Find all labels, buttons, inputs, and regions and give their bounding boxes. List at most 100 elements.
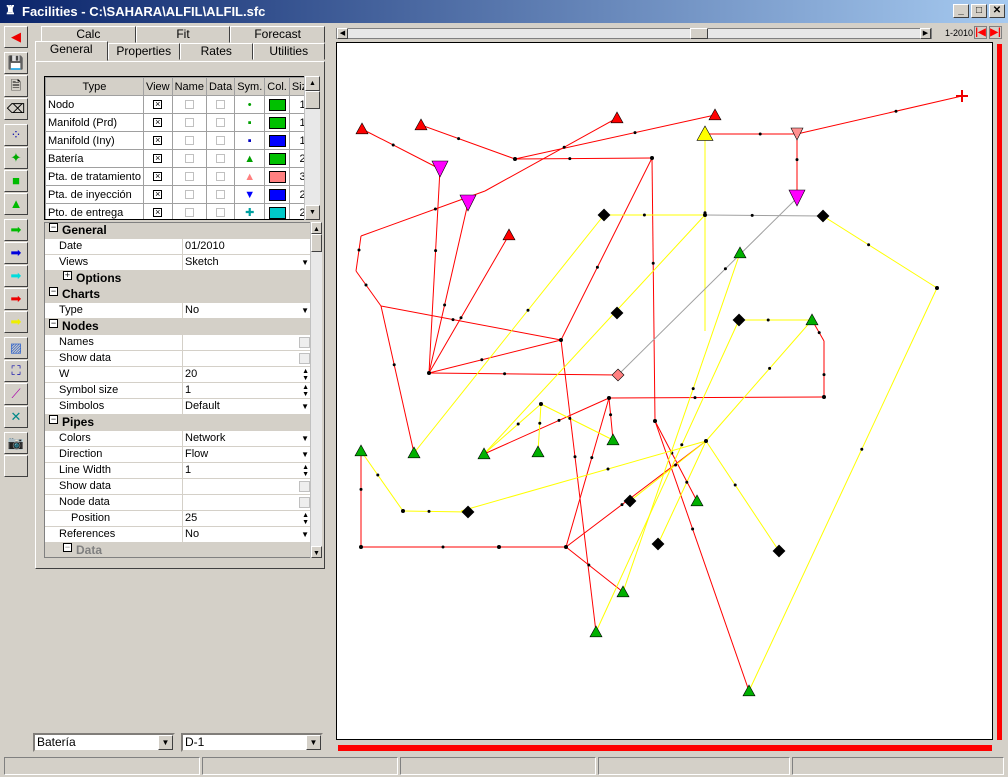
property-value[interactable]: Sketch ▼ xyxy=(183,255,313,270)
yellow-pipe-button[interactable]: ➡ xyxy=(4,311,28,333)
chevron-down-icon[interactable]: ▼ xyxy=(301,527,309,542)
property-value[interactable] xyxy=(183,335,313,350)
flow-arrow-icon[interactable] xyxy=(526,308,530,312)
pipe[interactable] xyxy=(608,397,614,441)
first-period-button[interactable]: |◀ xyxy=(974,26,987,39)
pipe[interactable] xyxy=(537,403,542,453)
section-charts[interactable]: − Charts xyxy=(45,287,313,303)
manifold-icon[interactable] xyxy=(610,306,624,320)
node-icon[interactable] xyxy=(559,338,563,342)
table-row[interactable]: Batería × ▲ 2 xyxy=(45,149,305,168)
property-checkbox[interactable] xyxy=(299,337,310,348)
property-row[interactable]: Colors Network ▼ xyxy=(45,431,313,447)
column-header[interactable]: Type xyxy=(45,77,144,96)
close-button[interactable]: ✕ xyxy=(989,4,1005,18)
node-icon[interactable] xyxy=(935,286,939,290)
data-checkbox[interactable] xyxy=(216,208,226,218)
battery-icon[interactable] xyxy=(589,625,603,638)
node-icon[interactable] xyxy=(427,371,431,375)
pipe[interactable] xyxy=(380,305,415,454)
table-row[interactable]: Nodo × • 1 xyxy=(45,95,305,114)
flow-arrow-icon[interactable] xyxy=(568,157,572,161)
flow-arrow-icon[interactable] xyxy=(606,467,610,471)
property-row[interactable]: Date 01/2010 xyxy=(45,239,313,255)
property-value[interactable] xyxy=(183,495,313,510)
pipe[interactable] xyxy=(402,510,469,513)
pipe[interactable] xyxy=(704,214,824,217)
pipe[interactable] xyxy=(565,440,707,548)
tab-rates[interactable]: Rates xyxy=(180,43,253,60)
flow-arrow-icon[interactable] xyxy=(822,373,826,377)
chevron-down-icon[interactable]: ▼ xyxy=(158,735,173,750)
pipe[interactable] xyxy=(484,117,618,192)
node-icon[interactable] xyxy=(703,213,707,217)
node-icon[interactable] xyxy=(653,419,657,423)
minimize-button[interactable]: _ xyxy=(953,4,969,18)
pipe[interactable] xyxy=(420,124,516,160)
pipe[interactable] xyxy=(705,319,813,442)
green-pipe-button[interactable]: ➡ xyxy=(4,219,28,241)
treatment-plant-icon[interactable] xyxy=(355,122,369,135)
tab-fit[interactable]: Fit xyxy=(135,26,231,43)
section-options[interactable]: + Options xyxy=(45,271,313,287)
scroll-thumb[interactable] xyxy=(690,28,708,39)
section-data[interactable]: − Data xyxy=(45,543,313,557)
scroll-down-button[interactable]: ▼ xyxy=(311,546,322,558)
save-button[interactable]: 💾 xyxy=(4,52,28,74)
flow-arrow-icon[interactable] xyxy=(680,443,684,447)
flow-arrow-icon[interactable] xyxy=(538,421,542,425)
flow-arrow-icon[interactable] xyxy=(723,267,727,271)
empty-tool-button[interactable] xyxy=(4,455,28,477)
pipe[interactable] xyxy=(608,396,825,399)
pipe[interactable] xyxy=(355,235,362,272)
view-checkbox[interactable]: × xyxy=(153,136,163,146)
property-value[interactable]: Default ▼ xyxy=(183,399,313,414)
pipe[interactable] xyxy=(483,214,706,455)
treatment-plant-icon[interactable] xyxy=(610,111,624,124)
excel-button[interactable]: ✕ xyxy=(4,406,28,428)
pipe[interactable] xyxy=(560,157,653,341)
collapse-icon[interactable]: − xyxy=(63,543,72,552)
flow-arrow-icon[interactable] xyxy=(427,509,431,513)
eraser-button[interactable]: ⌫ xyxy=(4,98,28,120)
property-checkbox[interactable] xyxy=(299,497,310,508)
pipe[interactable] xyxy=(705,440,780,552)
property-row[interactable]: W 20 ▲ ▼ xyxy=(45,367,313,383)
back-button[interactable]: ◀ xyxy=(4,26,28,48)
battery-icon[interactable] xyxy=(742,684,756,697)
name-checkbox[interactable] xyxy=(184,208,194,218)
battery-icon[interactable] xyxy=(531,445,545,458)
color-cell[interactable] xyxy=(264,149,290,168)
pipe[interactable] xyxy=(651,157,656,422)
property-checkbox[interactable] xyxy=(299,353,310,364)
battery-icon[interactable] xyxy=(733,246,747,259)
pipe[interactable] xyxy=(565,546,624,593)
manifold-icon[interactable] xyxy=(623,494,637,508)
flow-arrow-icon[interactable] xyxy=(894,109,898,113)
table-row[interactable]: Manifold (Iny) × ▪ 1 xyxy=(45,131,305,150)
pipe[interactable] xyxy=(428,339,562,374)
manifold-button[interactable]: ■ xyxy=(4,170,28,192)
flow-arrow-icon[interactable] xyxy=(457,137,461,141)
network-sketch[interactable] xyxy=(337,43,994,741)
node-icon[interactable] xyxy=(607,396,611,400)
pipe[interactable] xyxy=(361,128,441,170)
pipe[interactable] xyxy=(822,215,938,289)
property-row[interactable]: Show data xyxy=(45,351,313,367)
spin-icon[interactable]: ▲ ▼ xyxy=(302,464,309,478)
color-cell[interactable] xyxy=(264,185,290,204)
node-icon[interactable] xyxy=(401,509,405,513)
battery-icon[interactable] xyxy=(407,446,421,459)
pipe[interactable] xyxy=(380,305,562,341)
property-row[interactable]: Type No ▼ xyxy=(45,303,313,319)
column-header[interactable]: Name xyxy=(171,77,207,96)
property-row[interactable]: Direction Flow ▼ xyxy=(45,447,313,463)
color-swatch[interactable] xyxy=(268,116,286,129)
manifold-icon[interactable] xyxy=(772,544,786,558)
type-table-scrollbar[interactable]: ▲ ▼ xyxy=(304,76,320,220)
treatment-plant-icon[interactable] xyxy=(696,125,714,141)
network-canvas[interactable] xyxy=(336,42,993,740)
property-checkbox[interactable] xyxy=(299,481,310,492)
color-cell[interactable] xyxy=(264,203,290,219)
data-checkbox[interactable] xyxy=(216,190,226,200)
